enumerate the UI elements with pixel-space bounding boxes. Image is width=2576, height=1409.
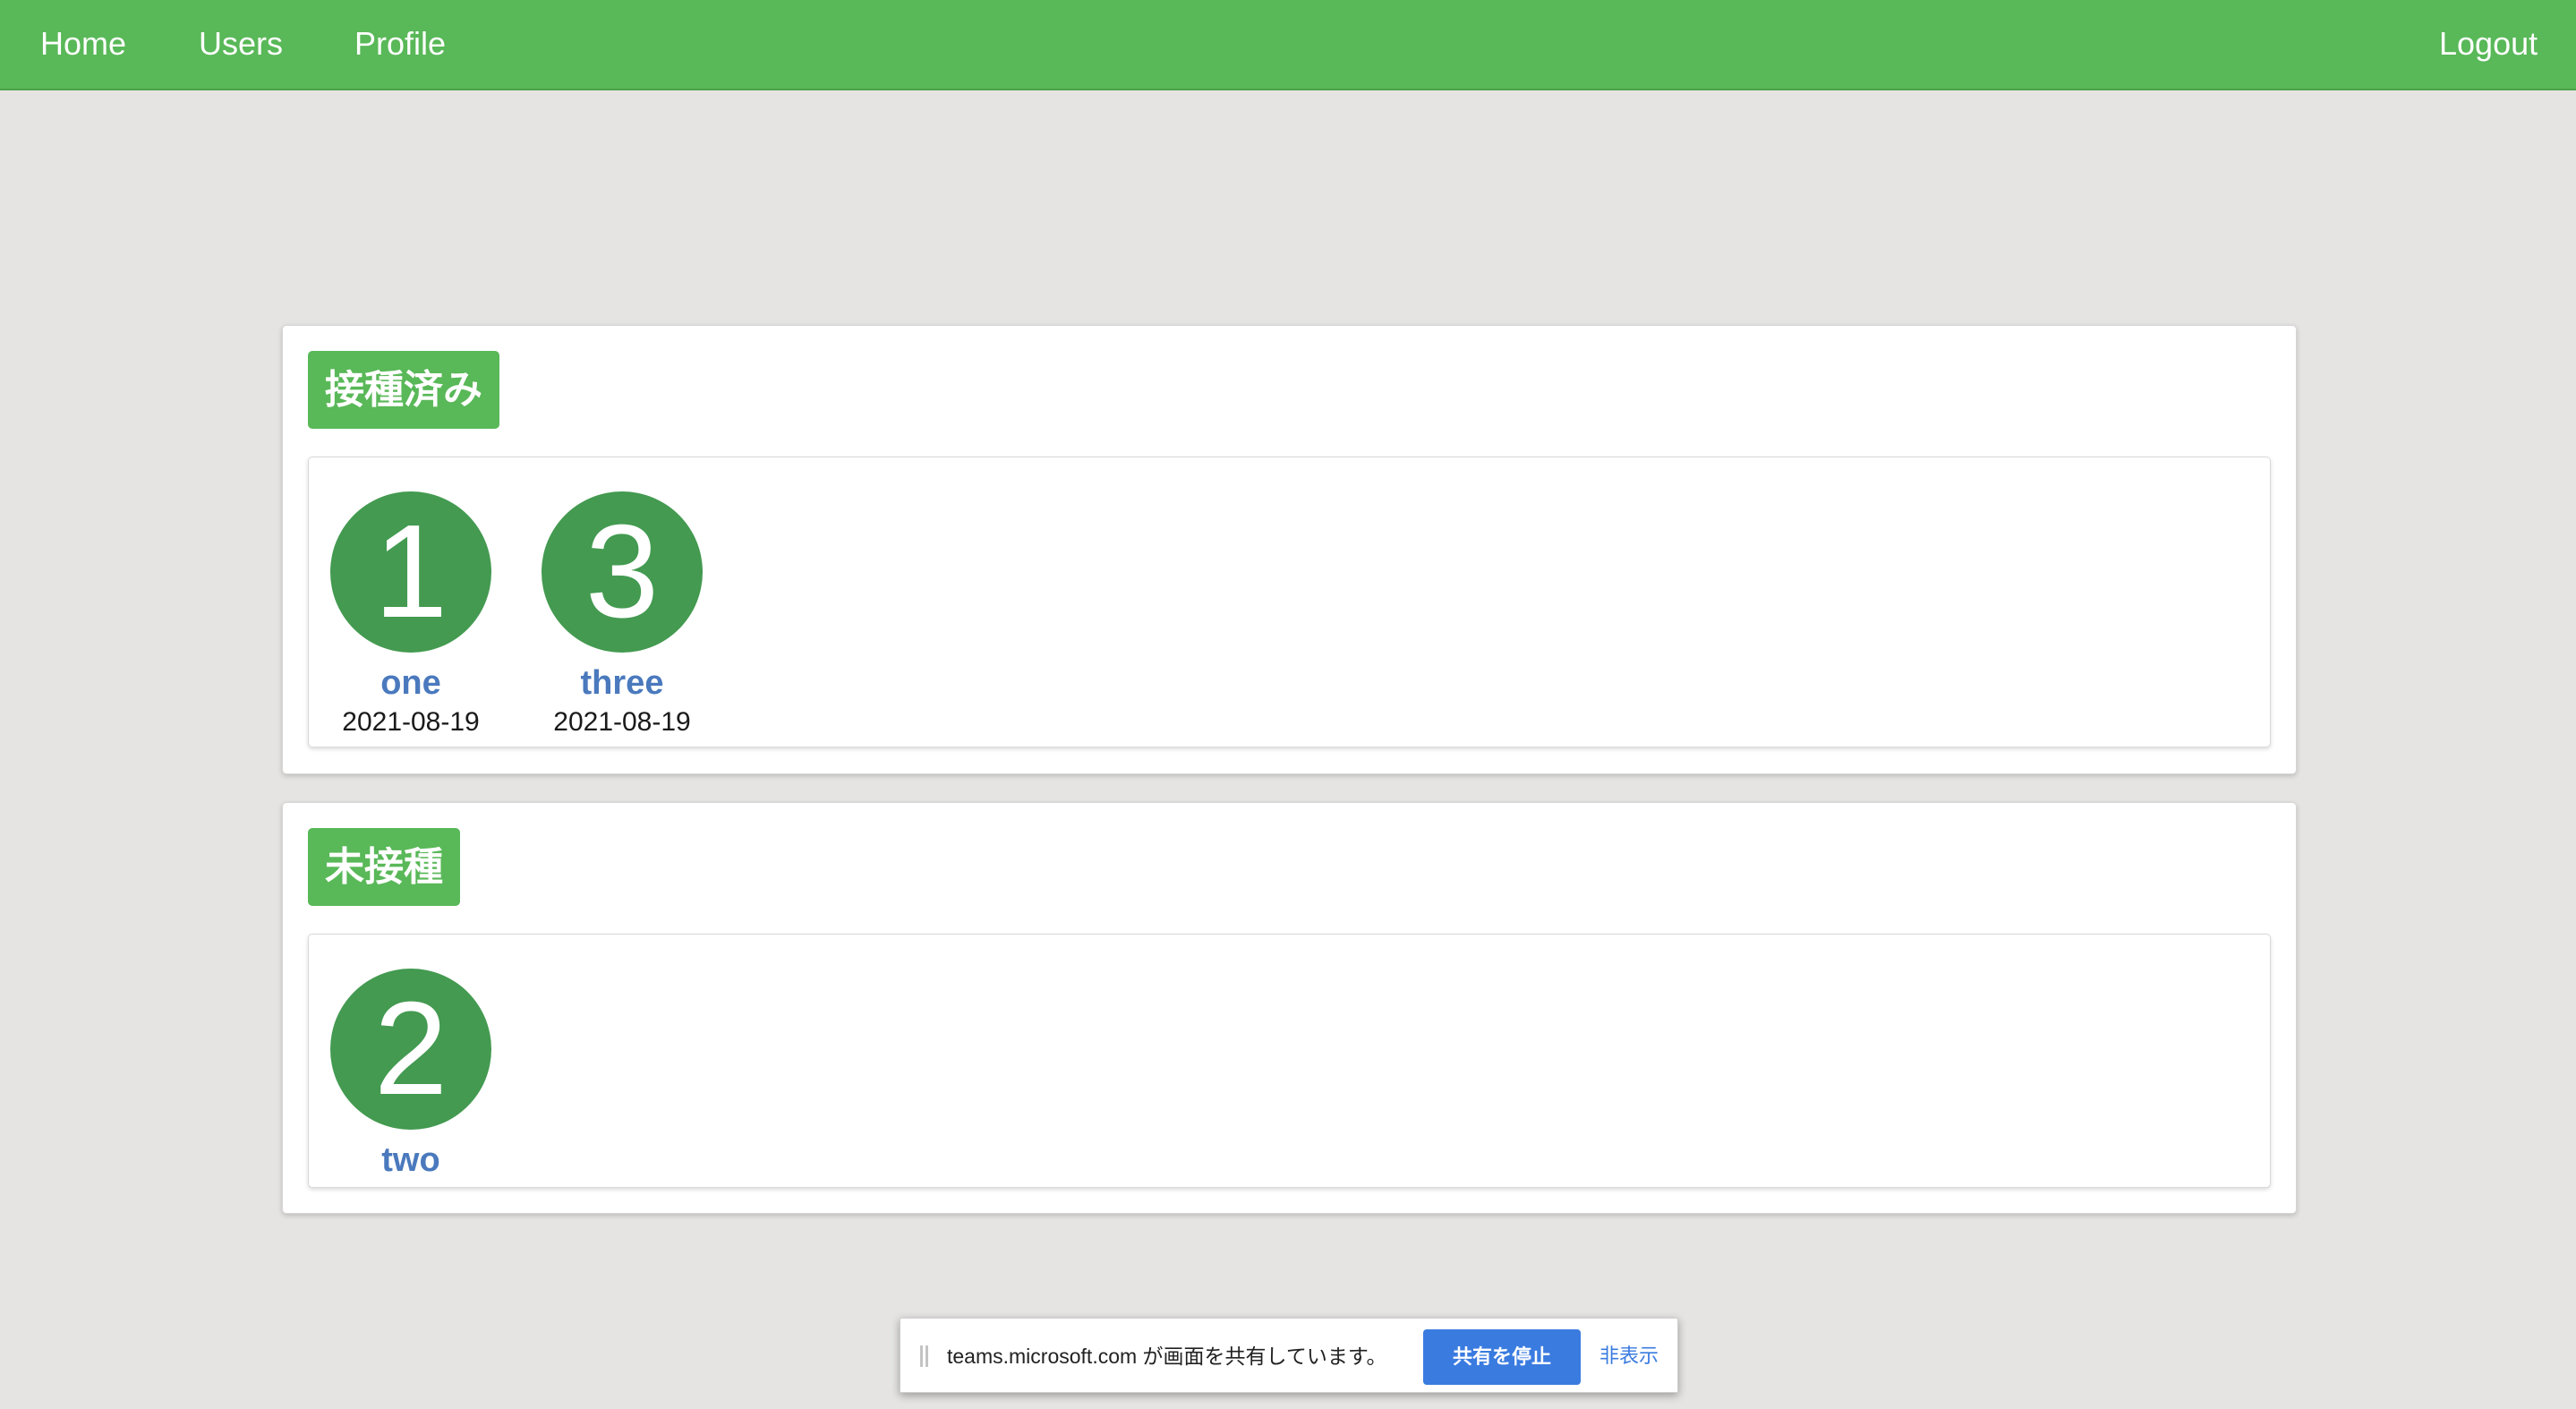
unvaccinated-card: 未接種 2 two [282,802,2297,1214]
vaccination-date: 2021-08-19 [342,707,480,737]
user-name-link[interactable]: three [537,663,707,703]
hide-notification-link[interactable]: 非表示 [1599,1340,1659,1372]
unvaccinated-section-title: 未接種 [308,828,460,906]
user-avatar[interactable]: 1 [330,491,491,653]
unvaccinated-user-list: 2 two [308,934,2271,1188]
nav-users-link[interactable]: Users [199,23,283,64]
user-name-link[interactable]: one [326,663,496,703]
top-navbar: Home Users Profile Logout [0,0,2576,90]
user-avatar[interactable]: 3 [542,491,703,653]
nav-profile-link[interactable]: Profile [354,23,446,64]
stop-sharing-button[interactable]: 共有を停止 [1423,1329,1581,1385]
user-card-three[interactable]: 3 three 2021-08-19 [537,491,707,739]
drag-handle-icon[interactable] [920,1345,929,1367]
user-card-two[interactable]: 2 two [326,969,496,1180]
vaccination-date: 2021-08-19 [553,707,691,737]
screen-share-notification-bar: teams.microsoft.com が画面を共有しています。 共有を停止 非… [900,1318,1678,1393]
vaccinated-user-list: 1 one 2021-08-19 3 three 2021-08-19 [308,457,2271,747]
vaccinated-section-title: 接種済み [308,351,499,429]
nav-home-link[interactable]: Home [40,23,126,64]
user-avatar[interactable]: 2 [330,969,491,1130]
nav-logout-link[interactable]: Logout [2439,23,2538,64]
user-card-one[interactable]: 1 one 2021-08-19 [326,491,496,739]
vaccinated-card: 接種済み 1 one 2021-08-19 3 three 2021-08-19 [282,325,2297,774]
screen-share-message: teams.microsoft.com が画面を共有しています。 [947,1345,1387,1368]
user-name-link[interactable]: two [326,1140,496,1180]
